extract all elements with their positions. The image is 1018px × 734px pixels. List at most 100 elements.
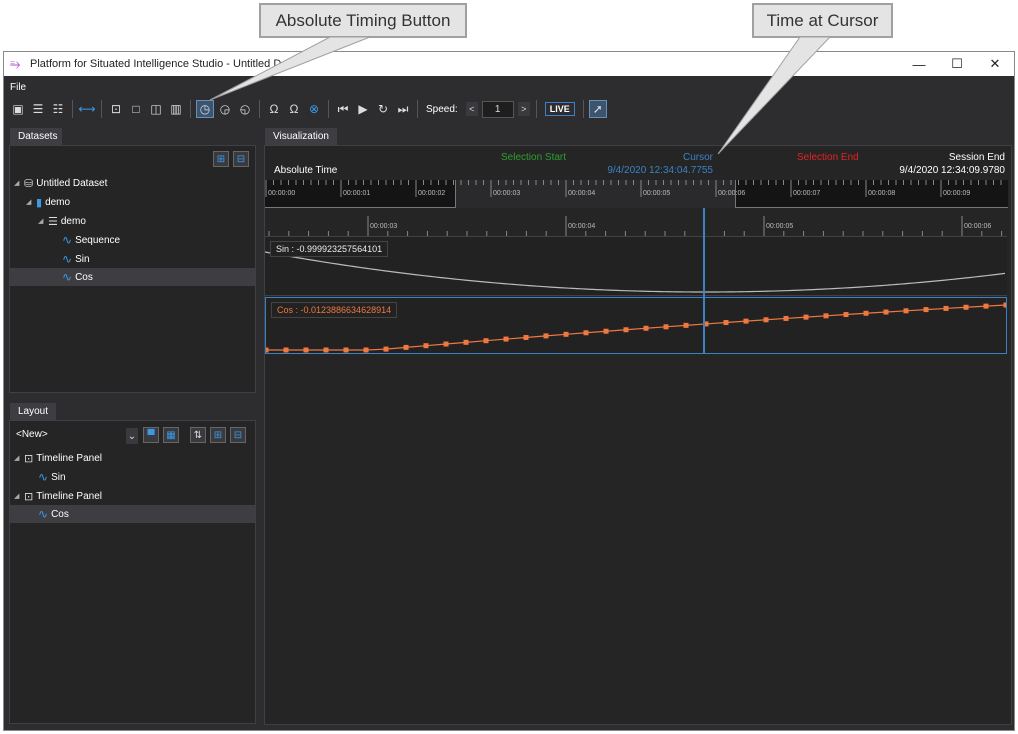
timing-relative-to-session-icon[interactable]: ◶ (217, 101, 233, 117)
loop-icon[interactable]: ↻ (375, 101, 391, 117)
tree-item-session[interactable]: ◢ ▮ demo (26, 193, 255, 211)
navigator-tick-label: 00:00:06 (718, 190, 745, 197)
tree-item-stream-sequence[interactable]: ∿ Sequence (62, 231, 255, 249)
add-2d-panel-icon[interactable]: □ (128, 101, 144, 117)
navigator-tick-label: 00:00:02 (418, 190, 445, 197)
tree-item-visualizer-sin[interactable]: ∿ Sin (38, 468, 255, 486)
cos-legend: Cos : -0.0123886634628914 (271, 302, 398, 318)
navigator-tick-label: 00:00:01 (343, 190, 370, 197)
expand-all-icon[interactable]: ⊞ (213, 151, 229, 167)
selection-end-label: Selection End (797, 152, 859, 163)
tree-item-partition[interactable]: ◢ ☰ demo (38, 212, 255, 230)
ruler-tick-label: 00:00:05 (766, 223, 793, 230)
cos-data-point (303, 347, 309, 353)
set-selection-end-icon[interactable]: Ω (286, 101, 302, 117)
collapse-all-icon[interactable]: ⊟ (233, 151, 249, 167)
layout-select[interactable]: <New> (16, 429, 136, 443)
cos-data-point (783, 315, 789, 321)
open-store-icon[interactable]: ▣ (10, 101, 26, 117)
partition-icon: ☰ (48, 215, 58, 228)
timeline-panel-cos[interactable]: Cos : -0.0123886634628914 (265, 297, 1007, 354)
sort-icon[interactable]: ⇅ (190, 427, 206, 443)
menu-file[interactable]: File (10, 82, 26, 93)
zoom-to-session-icon[interactable]: ⟷ (78, 101, 95, 117)
cos-data-point (683, 322, 689, 328)
database-icon: ⛁ (24, 177, 34, 190)
collapse-all-icon[interactable]: ⊟ (230, 427, 246, 443)
tab-layout[interactable]: Layout (10, 403, 56, 420)
expand-arrow-icon[interactable]: ◢ (26, 198, 36, 206)
navigator-ticks: 00:00:00 00:00:01 00:00:02 00:00:03 00:00:04… (265, 180, 1002, 197)
timeline-panel-sin[interactable]: Sin : -0.999923257564101 (265, 237, 1007, 296)
clear-selection-icon[interactable]: ⊗ (306, 101, 322, 117)
window-title: Platform for Situated Intelligence Studi… (30, 58, 291, 70)
navigator-tick-label: 00:00:04 (568, 190, 595, 197)
toolbar-separator (259, 100, 260, 118)
timeline-ruler[interactable]: 00:00:03 00:00:04 00:00:05 00:00:06 (265, 208, 1007, 237)
cursor-mode-icon[interactable]: ➚ (588, 100, 607, 118)
tree-item-label: Cos (75, 271, 93, 283)
cos-data-point (743, 318, 749, 324)
expand-arrow-icon[interactable]: ◢ (14, 492, 24, 500)
cos-data-point (323, 347, 329, 353)
speed-increase-button[interactable]: > (517, 102, 530, 116)
go-to-end-icon[interactable]: ⏭ (395, 101, 411, 117)
ruler-tick-label: 00:00:03 (370, 223, 397, 230)
tree-item-stream-cos[interactable]: ∿ Cos (10, 268, 255, 286)
cos-data-point (603, 328, 609, 334)
stream-icon: ∿ (38, 507, 49, 521)
navigator-tick-label: 00:00:07 (793, 190, 820, 197)
layout-dropdown-chevron-icon[interactable]: ⌄ (126, 428, 138, 444)
expand-all-icon[interactable]: ⊞ (210, 427, 226, 443)
tree-item-label: Timeline Panel (36, 452, 102, 464)
absolute-timing-icon[interactable]: ◷ (196, 100, 214, 118)
open-dataset-icon[interactable]: ☰ (30, 101, 46, 117)
expand-arrow-icon[interactable]: ◢ (38, 217, 48, 225)
tree-item-timeline-panel-1[interactable]: ◢ ⊡ Timeline Panel (14, 449, 255, 467)
cos-data-point (903, 308, 909, 314)
cos-data-point (443, 341, 449, 347)
timing-relative-to-selection-icon[interactable]: ◵ (237, 101, 253, 117)
expand-arrow-icon[interactable]: ◢ (14, 179, 24, 187)
navigator-tick-label: 00:00:08 (868, 190, 895, 197)
callout-time-at-cursor: Time at Cursor (752, 3, 893, 38)
live-button[interactable]: LIVE (544, 102, 575, 116)
session-end-label: Session End (948, 152, 1005, 163)
ruler-tick-label: 00:00:04 (568, 223, 595, 230)
save-dataset-icon[interactable]: ☷ (50, 101, 66, 117)
tab-datasets[interactable]: Datasets (10, 128, 62, 145)
stream-icon: ∿ (62, 270, 73, 284)
go-to-start-icon[interactable]: ⏮ (335, 101, 351, 117)
save-layout-as-icon[interactable]: ▦ (163, 427, 179, 443)
close-button[interactable]: ✕ (976, 56, 1014, 72)
navigator-bar[interactable]: 00:00:00 00:00:01 00:00:02 00:00:03 00:00:04… (265, 180, 1008, 208)
tab-visualization[interactable]: Visualization (265, 128, 337, 145)
tree-item-label: demo (45, 196, 71, 208)
cos-data-point (863, 310, 869, 316)
visualization-panel: Absolute Time Selection Start Cursor 9/4… (264, 145, 1012, 725)
tree-item-timeline-panel-2[interactable]: ◢ ⊡ Timeline Panel (14, 487, 255, 505)
cursor-line[interactable] (703, 208, 705, 353)
cos-data-point (763, 317, 769, 323)
speed-input[interactable]: 1 (481, 100, 514, 118)
cos-data-point (1003, 302, 1006, 308)
tree-item-label: Untitled Dataset (36, 177, 108, 189)
tree-item-visualizer-cos[interactable]: ∿ Cos (10, 505, 255, 523)
layout-select-value: <New> (16, 429, 48, 440)
add-timeline-panel-icon[interactable]: ⊡ (108, 101, 124, 117)
maximize-button[interactable]: ☐ (938, 56, 976, 72)
set-selection-start-icon[interactable]: Ω (266, 101, 282, 117)
toolbar-separator (328, 100, 329, 118)
add-3-column-panel-icon[interactable]: ▥ (168, 101, 184, 117)
speed-decrease-button[interactable]: < (465, 102, 478, 116)
timeline-panel-icon: ⊡ (24, 452, 34, 465)
save-layout-icon[interactable]: ▀ (143, 427, 159, 443)
expand-arrow-icon[interactable]: ◢ (14, 454, 24, 462)
tree-item-stream-sin[interactable]: ∿ Sin (62, 250, 255, 268)
add-2-column-panel-icon[interactable]: ◫ (148, 101, 164, 117)
navigator-tick-label: 00:00:03 (493, 190, 520, 197)
cos-data-point (643, 325, 649, 331)
minimize-button[interactable]: — (900, 57, 938, 72)
tree-item-dataset[interactable]: ◢ ⛁ Untitled Dataset (14, 174, 255, 192)
play-icon[interactable]: ▶ (355, 101, 371, 117)
